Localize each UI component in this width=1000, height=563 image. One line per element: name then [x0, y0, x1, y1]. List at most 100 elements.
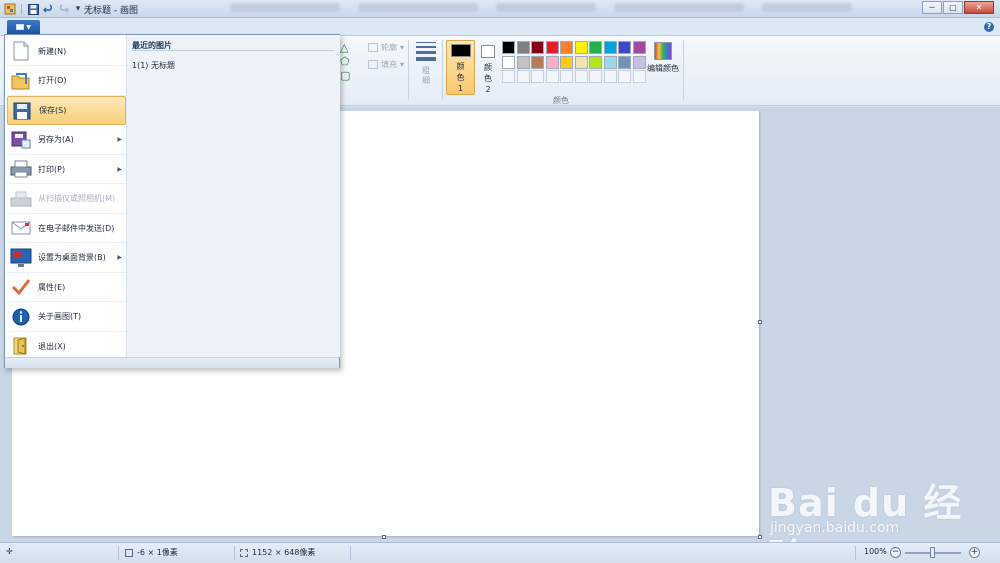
- callout-shape-icon[interactable]: ▢: [340, 70, 352, 81]
- app-menu-item[interactable]: 保存(S): [7, 96, 126, 125]
- zoom-slider-thumb[interactable]: [930, 547, 935, 558]
- palette-swatch[interactable]: [560, 55, 573, 69]
- palette-swatch[interactable]: [589, 55, 602, 69]
- palette-swatch[interactable]: [531, 41, 544, 54]
- edit-colors-label: 编辑颜色: [647, 64, 679, 73]
- custom-color-slot[interactable]: [632, 70, 646, 83]
- edit-colors-button[interactable]: 编辑颜色: [645, 40, 681, 74]
- custom-color-slot[interactable]: [603, 70, 617, 83]
- color1-swatch: [450, 44, 471, 57]
- palette-swatch[interactable]: [632, 41, 646, 54]
- color1-label: 颜色 1: [456, 62, 465, 93]
- recent-divider: [132, 50, 335, 51]
- app-menu-item[interactable]: 属性(E): [7, 273, 126, 302]
- color2-swatch: [481, 45, 495, 58]
- info-icon: [10, 306, 32, 328]
- save-as-icon: [10, 129, 32, 151]
- close-button[interactable]: ✕: [964, 1, 994, 14]
- custom-color-slot[interactable]: [560, 70, 573, 83]
- palette-swatch[interactable]: [560, 41, 573, 54]
- ribbon-separator: [408, 40, 409, 100]
- custom-color-slot[interactable]: [545, 70, 559, 83]
- palette-swatch[interactable]: [502, 41, 515, 54]
- desktop-background-icon: [10, 247, 32, 269]
- zoom-out-button[interactable]: −: [890, 547, 901, 558]
- size-label: 粗细: [422, 66, 430, 85]
- app-menu-item-label: 从扫描仪或照相机(M): [38, 194, 116, 203]
- palette-swatch[interactable]: [632, 55, 646, 69]
- app-menu-footer: [5, 357, 339, 368]
- palette-swatch[interactable]: [545, 41, 559, 54]
- palette-swatch[interactable]: [574, 55, 588, 69]
- app-menu-button[interactable]: ▼: [7, 20, 40, 34]
- custom-color-slot[interactable]: [516, 70, 530, 83]
- app-menu-item[interactable]: 打开(O): [7, 67, 126, 96]
- app-menu-item-label: 保存(S): [39, 106, 67, 115]
- palette-swatch[interactable]: [603, 55, 617, 69]
- palette-swatch[interactable]: [531, 55, 544, 69]
- fill-button[interactable]: 填充 ▾: [368, 59, 404, 70]
- submenu-arrow-icon: ▶: [117, 136, 122, 143]
- watermark-url: jingyan.baidu.com: [770, 520, 900, 536]
- app-menu-item[interactable]: 设置为桌面背景(B) ▶: [7, 244, 126, 273]
- app-menu-item[interactable]: 在电子邮件中发送(D): [7, 214, 126, 243]
- pentagon-shape-icon[interactable]: ⬠: [340, 56, 352, 67]
- custom-color-slot[interactable]: [618, 70, 631, 83]
- quick-access-toolbar: ▾: [4, 2, 92, 16]
- app-menu-icon: [16, 24, 25, 30]
- size-button[interactable]: 粗细: [413, 40, 439, 98]
- zoom-in-button[interactable]: +: [969, 547, 980, 558]
- recent-item[interactable]: 1(1) 无标题: [132, 60, 175, 71]
- colors-group-label: 颜色: [553, 96, 569, 105]
- maximize-button[interactable]: □: [943, 1, 963, 14]
- resize-handle-bottom[interactable]: [382, 535, 386, 539]
- minimize-button[interactable]: ─: [922, 1, 942, 14]
- custom-color-slot[interactable]: [531, 70, 544, 83]
- custom-color-slot[interactable]: [574, 70, 588, 83]
- outline-button[interactable]: 轮廓 ▾: [368, 42, 404, 53]
- app-menu-item-label: 打开(O): [38, 76, 67, 85]
- status-separator: [234, 546, 235, 560]
- app-menu-item-label: 属性(E): [38, 282, 66, 292]
- palette-swatch[interactable]: [618, 41, 631, 54]
- cursor-position: -6 × 1像素: [125, 547, 178, 558]
- qat-dropdown[interactable]: ▾: [72, 3, 84, 15]
- custom-color-slot[interactable]: [502, 70, 515, 83]
- palette-swatch[interactable]: [516, 55, 530, 69]
- app-menu-item-label: 退出(X): [38, 341, 66, 351]
- palette-swatch[interactable]: [589, 41, 602, 54]
- window-title: 无标题 - 画图: [84, 6, 138, 16]
- palette-swatch[interactable]: [603, 41, 617, 54]
- app-menu-item[interactable]: 新建(N): [7, 37, 126, 66]
- palette-swatch[interactable]: [618, 55, 631, 69]
- palette-swatch[interactable]: [502, 55, 515, 69]
- custom-color-slot[interactable]: [589, 70, 602, 83]
- undo-icon[interactable]: [42, 3, 54, 15]
- palette-swatch[interactable]: [545, 55, 559, 69]
- palette-swatch[interactable]: [574, 41, 588, 54]
- line-size-icon: [416, 42, 436, 61]
- resize-handle-right[interactable]: [758, 320, 762, 324]
- ribbon-separator: [442, 40, 443, 100]
- exit-icon: [10, 335, 32, 357]
- app-menu-item[interactable]: 关于画图(T): [7, 303, 126, 332]
- shapes-gallery[interactable]: △ ⬠ ▢: [340, 42, 358, 81]
- status-separator: [855, 546, 856, 560]
- app-menu-item[interactable]: 另存为(A) ▶: [7, 126, 126, 155]
- palette-swatch[interactable]: [516, 41, 530, 54]
- status-separator: [118, 546, 119, 560]
- color2-button[interactable]: 颜色 2: [477, 40, 499, 95]
- image-size: 1152 × 648像素: [240, 547, 315, 558]
- redo-icon[interactable]: [57, 3, 69, 15]
- app-menu-item[interactable]: 打印(P) ▶: [7, 155, 126, 184]
- color1-button[interactable]: 颜色 1: [446, 40, 475, 95]
- triangle-shape-icon[interactable]: △: [340, 42, 352, 53]
- help-icon[interactable]: ?: [984, 22, 994, 32]
- save-icon[interactable]: [27, 3, 39, 15]
- app-menu-item[interactable]: 从扫描仪或照相机(M): [7, 185, 126, 214]
- zoom-level: 100%: [864, 547, 887, 556]
- app-menu-item-label: 另存为(A): [38, 135, 74, 144]
- status-bar: ✛ -6 × 1像素 1152 × 648像素 100% − +: [0, 542, 1000, 563]
- move-icon: ✛: [6, 547, 13, 556]
- paint-app-icon[interactable]: [4, 3, 16, 15]
